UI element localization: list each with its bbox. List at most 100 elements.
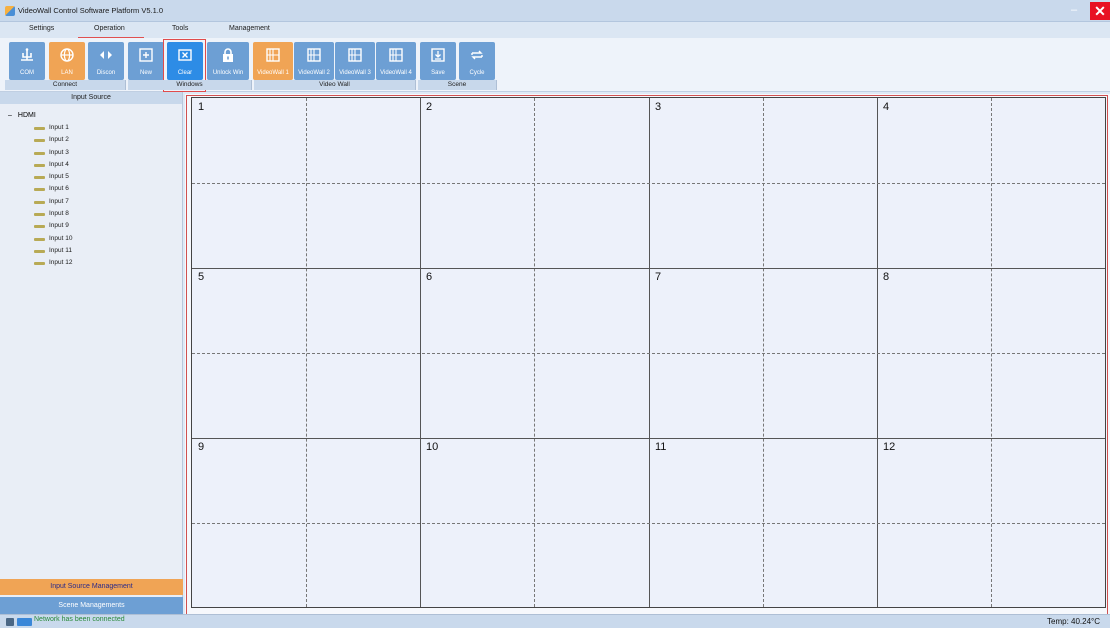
videowall-1-button[interactable]: VideoWall 1 [253,42,293,80]
hdmi-port-icon [34,200,45,204]
tab-settings[interactable]: Settings [29,25,54,32]
input-label: Input 2 [49,136,69,144]
clear-label: Clear [177,70,193,76]
input-label: Input 7 [49,197,69,205]
tree-item-input-2[interactable]: Input 2 [8,134,73,146]
tree-item-input-1[interactable]: Input 1 [8,122,73,134]
unlock-win-label: Unlock Win [212,70,244,76]
input-label: Input 10 [49,234,73,242]
videowall-3-button[interactable]: VideoWall 3 [335,42,375,80]
clear-icon [167,45,203,65]
input-label: Input 5 [49,173,69,181]
tree-node-label: HDMI [17,112,36,119]
collapse-icon[interactable]: – [8,112,12,119]
disconnect-icon [88,45,124,65]
hdmi-port-icon [34,176,45,180]
temperature-readout: Temp: 40.24°C [1047,617,1101,626]
videowall-2-label: VideoWall 2 [298,70,330,76]
close-button[interactable]: ✕ [1090,2,1110,20]
tree-item-input-3[interactable]: Input 3 [8,147,73,159]
screen-number: 7 [655,271,662,283]
lan-label: LAN [61,70,73,76]
app-logo-icon [5,6,15,16]
hdmi-port-icon [34,127,45,130]
clear-button[interactable]: Clear [167,42,203,80]
tree-item-input-11[interactable]: Input 11 [8,245,73,257]
window-title: VideoWall Control Software Platform V5.1… [18,6,164,15]
input-label: Input 8 [49,210,69,218]
tree-item-input-10[interactable]: Input 10 [8,233,73,245]
grid-divider [192,523,1105,524]
screen-number: 5 [198,271,205,283]
save-button[interactable]: Save [420,42,456,80]
tab-tools[interactable]: Tools [172,25,188,32]
panel-header: Input Source [0,92,182,104]
input-label: Input 9 [49,222,69,230]
minimize-button[interactable]: – [1068,5,1080,16]
videowall-icon [253,45,293,65]
videowall-grid[interactable]: 1 2 3 4 5 6 7 8 9 10 11 12 [191,97,1106,608]
screen-number: 1 [198,101,205,113]
tab-operation[interactable]: Operation [94,25,125,32]
grid-divider [192,438,1105,439]
tree-item-input-4[interactable]: Input 4 [8,159,73,171]
input-tree: – HDMI Input 1 Input 2 Input 3 Input 4 In… [8,110,73,270]
tree-item-input-9[interactable]: Input 9 [8,220,73,232]
group-video-wall: Video Wall [254,80,416,90]
connection-icon [17,618,32,626]
status-bar: Network has been connected Temp: 40.24°C [0,614,1110,628]
screen-number: 9 [198,441,205,453]
save-icon [420,45,456,65]
tree-item-input-8[interactable]: Input 8 [8,208,73,220]
videowall-icon [294,45,334,65]
input-label: Input 3 [49,148,69,156]
cycle-icon [459,45,495,65]
tree-node-hdmi[interactable]: – HDMI [8,110,73,122]
lan-button[interactable]: LAN [49,42,85,80]
hdmi-port-icon [34,139,45,143]
screen-number: 3 [655,101,662,113]
save-label: Save [431,70,445,76]
unlock-window-button[interactable]: Unlock Win [207,42,249,80]
com-label: COM [20,70,34,76]
hdmi-port-icon [34,249,45,253]
grid-divider [192,268,1105,269]
grid-divider [192,183,1105,184]
input-source-management-tab[interactable]: Input Source Management [0,579,183,595]
videowall-4-button[interactable]: VideoWall 4 [376,42,416,80]
screen-number: 11 [655,441,667,453]
input-label: Input 1 [49,124,69,131]
screen-number: 8 [883,271,890,283]
disconnect-label: Discon [96,70,116,76]
screen-number: 4 [883,101,890,113]
lock-icon [207,45,249,65]
cycle-button[interactable]: Cycle [459,42,495,80]
input-label: Input 11 [49,246,73,254]
videowall-2-button[interactable]: VideoWall 2 [294,42,334,80]
hdmi-port-icon [34,151,45,155]
tree-item-input-5[interactable]: Input 5 [8,171,73,183]
screen-number: 2 [426,101,433,113]
tree-item-input-6[interactable]: Input 6 [8,183,73,195]
hdmi-port-icon [34,188,45,192]
disconnect-button[interactable]: Discon [88,42,124,80]
videowall-icon [335,45,375,65]
input-label: Input 6 [49,185,69,193]
tab-management[interactable]: Management [229,25,270,32]
screen-number: 6 [426,271,433,283]
tree-item-input-12[interactable]: Input 12 [8,257,73,269]
com-port-icon [9,45,45,65]
new-window-button[interactable]: New [128,42,164,80]
status-message: Network has been connected [34,616,125,623]
hdmi-port-icon [34,262,45,266]
scene-managements-tab[interactable]: Scene Managements [0,597,183,614]
cycle-label: Cycle [469,70,485,76]
hdmi-port-icon [34,225,45,229]
com-button[interactable]: COM [9,42,45,80]
videowall-1-label: VideoWall 1 [257,70,289,76]
screen-number: 10 [426,441,439,453]
input-source-panel: Input Source – HDMI Input 1 Input 2 Input… [0,92,183,614]
screen-number: 12 [883,441,896,453]
input-label: Input 4 [49,160,69,168]
tree-item-input-7[interactable]: Input 7 [8,196,73,208]
